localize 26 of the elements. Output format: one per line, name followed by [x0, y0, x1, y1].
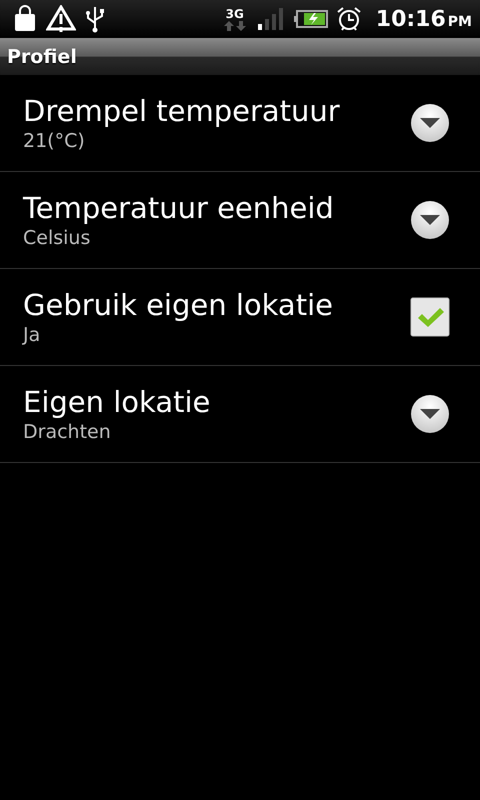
- setting-summary: Drachten: [23, 420, 112, 444]
- clock-time: 10:16: [376, 6, 446, 32]
- setting-row[interactable]: Drempel temperatuur 21(°C): [0, 75, 480, 172]
- screen-title: Profiel: [7, 46, 77, 68]
- setting-summary: Celsius: [23, 226, 92, 250]
- setting-row[interactable]: Gebruik eigen lokatie Ja: [0, 269, 480, 366]
- setting-title: Eigen lokatie: [23, 384, 210, 420]
- clock-meridiem: PM: [448, 14, 472, 30]
- setting-row[interactable]: Eigen lokatie Drachten: [0, 366, 480, 463]
- dropdown-icon[interactable]: [410, 394, 450, 434]
- data-arrows-icon: [224, 20, 246, 30]
- dropdown-icon[interactable]: [410, 103, 450, 143]
- alarm-clock-icon: [336, 6, 362, 32]
- usb-icon: [84, 5, 106, 33]
- network-type: 3G: [226, 8, 244, 20]
- setting-title: Temperatuur eenheid: [23, 190, 334, 226]
- setting-row[interactable]: Temperatuur eenheid Celsius: [0, 172, 480, 269]
- setting-title: Gebruik eigen lokatie: [23, 287, 333, 323]
- dropdown-icon[interactable]: [410, 200, 450, 240]
- signal-icon: [258, 8, 286, 30]
- checkbox[interactable]: [410, 297, 450, 337]
- setting-summary: Ja: [23, 323, 42, 347]
- setting-title: Drempel temperatuur: [23, 93, 340, 129]
- battery-icon: [294, 10, 328, 28]
- setting-summary: 21(°C): [23, 129, 86, 153]
- warning-icon: [46, 5, 76, 33]
